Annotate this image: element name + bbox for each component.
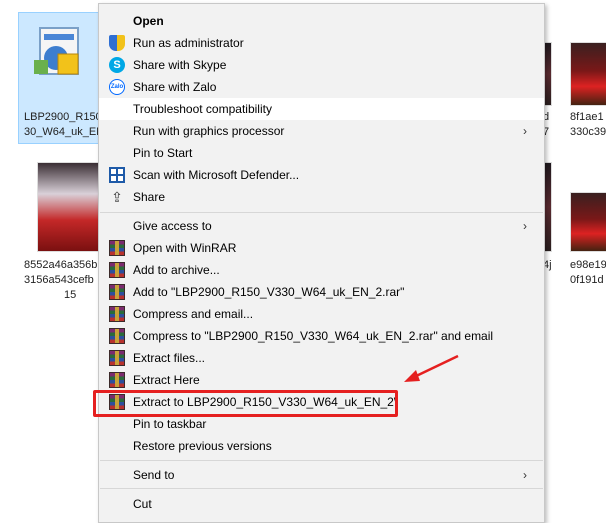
menu-item-restore-previous-versions[interactable]: Restore previous versions bbox=[99, 435, 544, 457]
winrar-icon bbox=[109, 350, 125, 366]
menu-item-extract-here[interactable]: Extract Here bbox=[99, 369, 544, 391]
chevron-right-icon: › bbox=[523, 124, 527, 138]
menu-item-extract-files[interactable]: Extract files... bbox=[99, 347, 544, 369]
menu-item-cut[interactable]: Cut bbox=[99, 493, 544, 515]
menu-item-run-as-administrator[interactable]: Run as administrator bbox=[99, 32, 544, 54]
menu-separator bbox=[100, 212, 543, 213]
uac-shield-icon bbox=[109, 35, 125, 51]
chevron-right-icon: › bbox=[523, 219, 527, 233]
menu-item-share-with-zalo[interactable]: Zalo Share with Zalo bbox=[99, 76, 544, 98]
menu-item-run-with-graphics-processor[interactable]: Run with graphics processor › bbox=[99, 120, 544, 142]
context-menu: Open Run as administrator S Share with S… bbox=[98, 3, 545, 523]
menu-item-open-with-winrar[interactable]: Open with WinRAR bbox=[99, 237, 544, 259]
annotation-arrow-icon bbox=[404, 354, 459, 382]
menu-item-add-to-archive[interactable]: Add to archive... bbox=[99, 259, 544, 281]
image-thumbnail[interactable] bbox=[570, 42, 606, 106]
menu-item-open[interactable]: Open bbox=[99, 10, 544, 32]
menu-item-compress-to-rar-and-email[interactable]: Compress to "LBP2900_R150_V330_W64_uk_EN… bbox=[99, 325, 544, 347]
image-thumbnail[interactable] bbox=[570, 192, 606, 252]
winrar-icon bbox=[109, 328, 125, 344]
chevron-right-icon: › bbox=[523, 468, 527, 482]
winrar-icon bbox=[109, 284, 125, 300]
defender-icon bbox=[109, 167, 125, 183]
menu-item-scan-with-defender[interactable]: Scan with Microsoft Defender... bbox=[99, 164, 544, 186]
highlight-box bbox=[93, 390, 398, 417]
winrar-icon bbox=[109, 306, 125, 322]
menu-item-compress-and-email[interactable]: Compress and email... bbox=[99, 303, 544, 325]
menu-item-share-with-skype[interactable]: S Share with Skype bbox=[99, 54, 544, 76]
share-icon: ⇪ bbox=[111, 189, 123, 205]
skype-icon: S bbox=[109, 57, 125, 73]
winrar-icon bbox=[109, 262, 125, 278]
image-thumbnail[interactable] bbox=[37, 162, 99, 252]
menu-item-pin-to-start[interactable]: Pin to Start bbox=[99, 142, 544, 164]
menu-separator bbox=[100, 460, 543, 461]
menu-item-give-access-to[interactable]: Give access to › bbox=[99, 215, 544, 237]
menu-item-share[interactable]: ⇪ Share bbox=[99, 186, 544, 208]
menu-item-send-to[interactable]: Send to › bbox=[99, 464, 544, 486]
menu-separator bbox=[100, 488, 543, 489]
zalo-icon: Zalo bbox=[109, 79, 125, 95]
menu-item-troubleshoot-compatibility[interactable]: Troubleshoot compatibility bbox=[99, 98, 544, 120]
winrar-icon bbox=[109, 372, 125, 388]
menu-item-add-to-rar[interactable]: Add to "LBP2900_R150_V330_W64_uk_EN_2.ra… bbox=[99, 281, 544, 303]
setup-installer-icon bbox=[34, 27, 79, 75]
winrar-icon bbox=[109, 240, 125, 256]
